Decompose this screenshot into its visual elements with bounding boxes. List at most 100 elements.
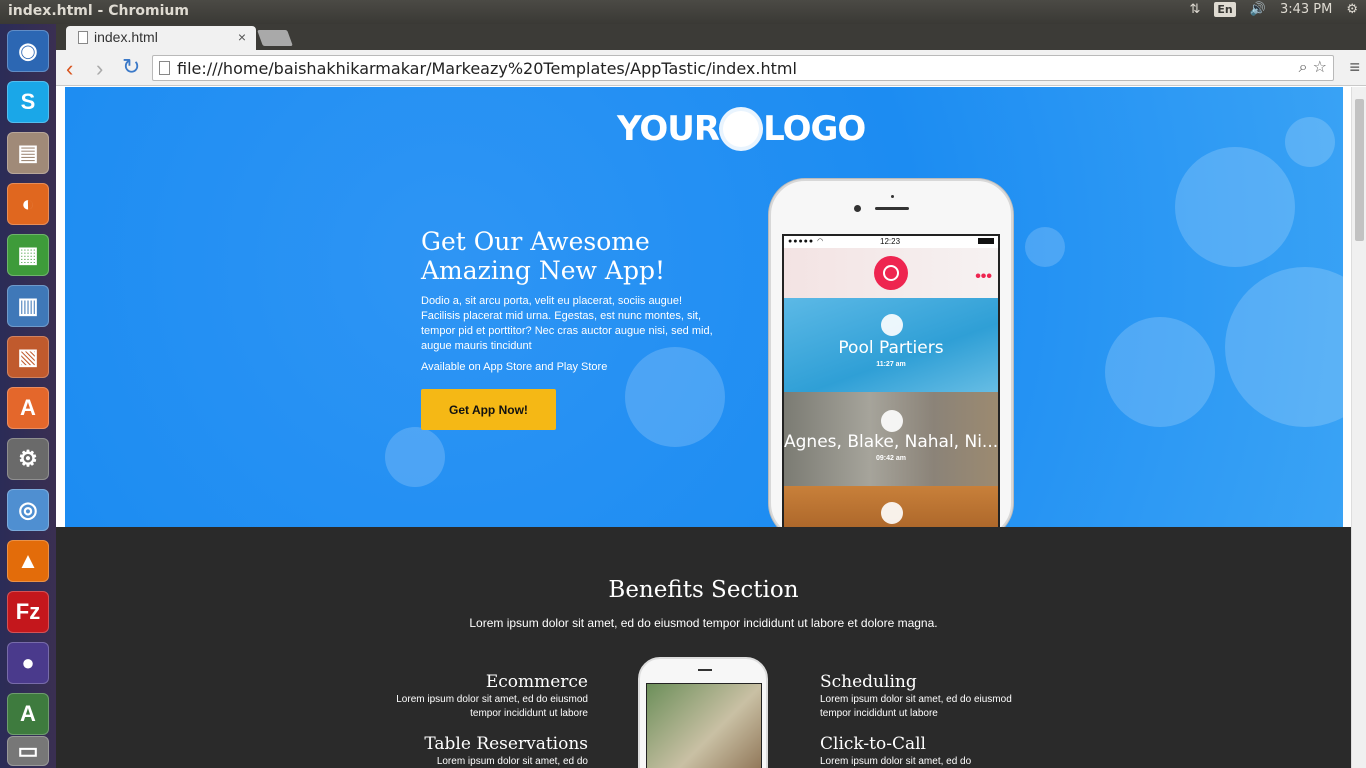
top-panel: index.html - Chromium ⇅ En 🔊 3:43 PM ⚙: [0, 0, 1366, 24]
logo-text-right: LOGO: [763, 109, 866, 149]
phone-card: [784, 486, 998, 527]
get-app-button[interactable]: Get App Now!: [421, 389, 556, 430]
speaker-grille: [698, 669, 712, 671]
impress-icon[interactable]: ▧: [7, 336, 49, 378]
close-icon[interactable]: ×: [238, 29, 246, 45]
camera-icon: [854, 205, 861, 212]
files-icon[interactable]: ▤: [7, 132, 49, 174]
browser-toolbar: ‹ › ↻ file:///home/baishakhikarmakar/Mar…: [56, 50, 1366, 86]
menu-icon[interactable]: ≡: [1349, 57, 1360, 78]
tab-strip: index.html ×: [56, 24, 1366, 50]
ubuntu-icon[interactable]: ◉: [7, 30, 49, 72]
logo-text-left: YOUR: [617, 109, 720, 149]
tab-label: index.html: [94, 29, 158, 45]
feature-title: Scheduling: [820, 672, 917, 692]
feature-desc: Lorem ipsum dolor sit amet, ed do eiusmo…: [820, 694, 1012, 719]
benefits-subtitle: Lorem ipsum dolor sit amet, ed do eiusmo…: [469, 616, 938, 630]
hero-headline: Get Our Awesome Amazing New App!: [421, 227, 666, 285]
flower-icon: [723, 111, 760, 147]
feature-title: Table Reservations: [424, 734, 588, 754]
back-icon[interactable]: ‹: [66, 56, 73, 82]
vlc-icon[interactable]: ▲: [7, 540, 49, 582]
app-header: •••: [784, 248, 998, 298]
more-icon: •••: [975, 268, 992, 285]
writer-icon[interactable]: ▥: [7, 285, 49, 327]
software-center-icon[interactable]: A: [7, 387, 49, 429]
phone-screen: ●●●●● ◠ 12:23 ••• Pool Partiers 11:27 am: [782, 234, 1000, 527]
zoom-icon[interactable]: ⌕: [1299, 57, 1308, 76]
feature-item: Scheduling Lorem ipsum dolor sit amet, e…: [820, 672, 1020, 721]
settings-icon[interactable]: ⚙: [7, 438, 49, 480]
benefits-title: Benefits Section: [608, 577, 799, 603]
settings-gear-icon[interactable]: ⚙: [1346, 2, 1358, 17]
url-text[interactable]: file:///home/baishakhikarmakar/Markeazy%…: [177, 59, 797, 78]
eclipse-icon[interactable]: ●: [7, 642, 49, 684]
star-icon[interactable]: ☆: [1313, 57, 1327, 76]
battery-icon: [978, 238, 994, 244]
speaker-grille: [875, 207, 909, 210]
tab-index[interactable]: index.html ×: [66, 26, 256, 50]
feature-item: Click-to-Call Lorem ipsum dolor sit amet…: [820, 734, 1020, 768]
hero-description: Dodio a, sit arcu porta, velit eu placer…: [421, 295, 713, 352]
bokeh-bubble: [1105, 317, 1215, 427]
phone-card: Agnes, Blake, Nahal, Ni... 09:42 am: [784, 392, 998, 486]
bokeh-bubble: [1225, 267, 1343, 427]
page-scrollbar[interactable]: [1351, 87, 1366, 768]
bokeh-bubble: [1285, 117, 1335, 167]
logo[interactable]: YOUR LOGO: [617, 109, 866, 149]
card-name: Agnes, Blake, Nahal, Ni...: [784, 432, 998, 452]
clock[interactable]: 3:43 PM: [1280, 2, 1332, 17]
phone-status-bar: ●●●●● ◠ 12:23: [784, 236, 998, 248]
address-bar[interactable]: file:///home/baishakhikarmakar/Markeazy%…: [152, 55, 1334, 81]
feature-title: Click-to-Call: [820, 734, 926, 754]
feature-desc: Lorem ipsum dolor sit amet, ed do: [436, 756, 588, 767]
avatar: [881, 502, 903, 524]
phone-screen: [646, 683, 762, 768]
feature-desc: Lorem ipsum dolor sit amet, ed do: [820, 756, 972, 767]
volume-icon[interactable]: 🔊: [1250, 2, 1266, 17]
card-time: 09:42 am: [876, 455, 906, 462]
availability-text: Available on App Store and Play Store: [421, 361, 608, 373]
feature-title: Ecommerce: [485, 672, 588, 692]
feature-desc: Lorem ipsum dolor sit amet, ed do eiusmo…: [396, 694, 588, 719]
bokeh-bubble: [1025, 227, 1065, 267]
record-icon: [874, 256, 908, 290]
calc-icon[interactable]: ▦: [7, 234, 49, 276]
keyboard-layout-indicator[interactable]: En: [1214, 2, 1236, 17]
window-title: index.html - Chromium: [8, 3, 189, 19]
phone-card: Pool Partiers 11:27 am: [784, 298, 998, 392]
browser-window: index.html × ‹ › ↻ file:///home/baishakh…: [56, 24, 1366, 768]
page-icon: [159, 61, 170, 75]
omnibox-icons: ⌕ ☆: [1299, 57, 1327, 77]
bokeh-bubble: [1175, 147, 1295, 267]
page-viewport: YOUR LOGO Get Our Awesome Amazing New Ap…: [56, 87, 1366, 768]
card-name: Pool Partiers: [838, 338, 944, 358]
updater-icon[interactable]: A: [7, 693, 49, 735]
filezilla-icon[interactable]: Fz: [7, 591, 49, 633]
sensor-dot: [891, 195, 894, 198]
group-icon: [881, 410, 903, 432]
reload-icon[interactable]: ↻: [122, 54, 140, 80]
firefox-icon[interactable]: ◐: [7, 183, 49, 225]
forward-icon[interactable]: ›: [96, 56, 103, 82]
trash-icon[interactable]: ▭: [7, 736, 49, 766]
feature-item: Ecommerce Lorem ipsum dolor sit amet, ed…: [388, 672, 588, 721]
benefits-section: Benefits Section Lorem ipsum dolor sit a…: [56, 527, 1351, 768]
feature-item: Table Reservations Lorem ipsum dolor sit…: [388, 734, 588, 768]
scrollbar-thumb[interactable]: [1355, 99, 1364, 241]
network-icon[interactable]: ⇅: [1190, 2, 1201, 17]
bokeh-bubble: [385, 427, 445, 487]
card-time: 11:27 am: [876, 361, 906, 368]
chromium-icon[interactable]: ◎: [7, 489, 49, 531]
new-tab-button[interactable]: [257, 30, 293, 46]
group-icon: [881, 314, 903, 336]
page-icon: [78, 31, 88, 44]
hero-section: YOUR LOGO Get Our Awesome Amazing New Ap…: [65, 87, 1343, 527]
skype-icon[interactable]: S: [7, 81, 49, 123]
signal-icon: ●●●●● ◠: [788, 238, 825, 245]
phone-time: 12:23: [880, 237, 901, 246]
bokeh-bubble: [625, 347, 725, 447]
launcher: ◉ S ▤ ◐ ▦ ▥ ▧ A ⚙ ◎ ▲ Fz ● A ▭: [0, 24, 56, 768]
system-tray: ⇅ En 🔊 3:43 PM ⚙: [1190, 2, 1358, 17]
phone-mockup: ●●●●● ◠ 12:23 ••• Pool Partiers 11:27 am: [769, 179, 1013, 527]
